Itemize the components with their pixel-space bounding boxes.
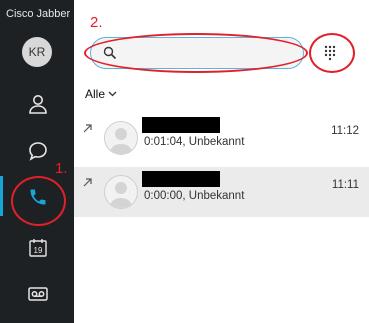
app-title: Cisco Jabber <box>6 8 71 20</box>
outgoing-call-arrow-icon <box>83 124 92 133</box>
search-input[interactable] <box>125 44 289 64</box>
user-avatar[interactable]: KR <box>22 37 52 67</box>
voicemail-icon[interactable] <box>25 281 51 307</box>
call-detail: 0:00:00, Unbekannt <box>144 190 245 202</box>
redacted-contact-name <box>142 117 220 133</box>
call-filter-dropdown[interactable]: Alle <box>85 87 117 101</box>
annotation-step-2: 2. <box>90 14 103 31</box>
call-history-row[interactable]: 0:01:04, Unbekannt 11:12 <box>74 113 369 163</box>
contacts-person-icon[interactable] <box>25 91 51 117</box>
active-nav-indicator <box>0 176 3 216</box>
chat-bubble-icon[interactable] <box>25 138 51 164</box>
calendar-icon[interactable]: 19 <box>25 235 51 261</box>
chevron-down-icon <box>108 91 117 97</box>
call-time: 11:12 <box>331 125 359 137</box>
outgoing-call-arrow-icon <box>83 178 92 187</box>
filter-label: Alle <box>85 87 106 101</box>
redacted-contact-name <box>142 171 220 187</box>
search-box[interactable] <box>90 37 304 69</box>
contact-avatar-placeholder <box>104 121 138 155</box>
phone-icon[interactable] <box>25 184 51 210</box>
calendar-day: 19 <box>34 246 43 255</box>
call-time: 11:11 <box>331 179 359 191</box>
contact-avatar-placeholder <box>104 175 138 209</box>
annotation-step-1: 1. <box>55 160 68 177</box>
search-icon <box>103 46 117 60</box>
call-detail: 0:01:04, Unbekannt <box>144 136 245 148</box>
call-history-row-selected[interactable]: 0:00:00, Unbekannt 11:11 <box>74 167 369 217</box>
dialpad-icon[interactable] <box>318 41 342 65</box>
